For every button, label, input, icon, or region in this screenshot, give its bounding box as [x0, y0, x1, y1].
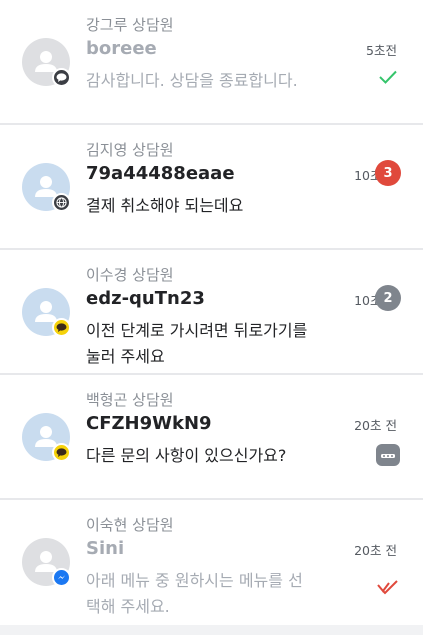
talk-bubble-icon: [52, 68, 71, 87]
avatar: [22, 38, 71, 87]
customer-name: Sini: [86, 538, 125, 559]
avatar: [22, 288, 71, 337]
customer-name: boreee: [86, 38, 157, 59]
message-preview: 다른 문의 사항이 있으신가요?: [86, 446, 287, 465]
unread-count-badge: 3: [375, 160, 401, 186]
avatar: [22, 538, 71, 587]
chat-card[interactable]: 김지영 상담원 79a44488eaae 10초 전 결제 취소해야 되는데요 …: [0, 125, 423, 250]
agent-name: 강그루 상담원: [86, 16, 174, 34]
talk-bubble-icon: [52, 318, 71, 337]
chat-list: 강그루 상담원 boreee 5초전 감사합니다. 상담을 종료합니다. 김지영…: [0, 0, 423, 635]
read-check-icon: [375, 64, 401, 90]
agent-name: 김지영 상담원: [86, 141, 174, 159]
message-preview: 이전 단계로 가시려면 뒤로가기를 눌러 주세요: [86, 321, 308, 366]
message-preview: 아래 메뉴 중 원하시는 메뉴를 선택해 주세요.: [86, 571, 303, 616]
customer-name: 79a44488eaae: [86, 163, 235, 184]
typing-bubble-icon: [375, 443, 401, 469]
avatar: [22, 413, 71, 462]
chat-card[interactable]: 이숙현 상담원 Sini 20초 전 아래 메뉴 중 원하시는 메뉴를 선택해 …: [0, 500, 423, 625]
customer-name: CFZH9WkN9: [86, 413, 212, 434]
unread-count-badge: 2: [375, 285, 401, 311]
chat-card[interactable]: 강그루 상담원 boreee 5초전 감사합니다. 상담을 종료합니다.: [0, 0, 423, 125]
agent-name: 백형곤 상담원: [86, 391, 174, 409]
message-preview: 감사합니다. 상담을 종료합니다.: [86, 71, 298, 90]
talk-bubble-icon: [52, 443, 71, 462]
agent-name: 이수경 상담원: [86, 266, 174, 284]
timestamp: 20초 전: [354, 543, 397, 558]
agent-name: 이숙현 상담원: [86, 516, 174, 534]
timestamp: 5초전: [366, 43, 397, 58]
timestamp: 20초 전: [354, 418, 397, 433]
customer-name: edz-quTn23: [86, 288, 205, 309]
message-preview: 결제 취소해야 되는데요: [86, 196, 244, 215]
double-check-icon: [375, 574, 401, 600]
messenger-icon: [52, 568, 71, 587]
globe-icon: [52, 193, 71, 212]
chat-card[interactable]: 이수경 상담원 edz-quTn23 10초 전 이전 단계로 가시려면 뒤로가…: [0, 250, 423, 375]
avatar: [22, 163, 71, 212]
chat-card[interactable]: 백형곤 상담원 CFZH9WkN9 20초 전 다른 문의 사항이 있으신가요?: [0, 375, 423, 500]
